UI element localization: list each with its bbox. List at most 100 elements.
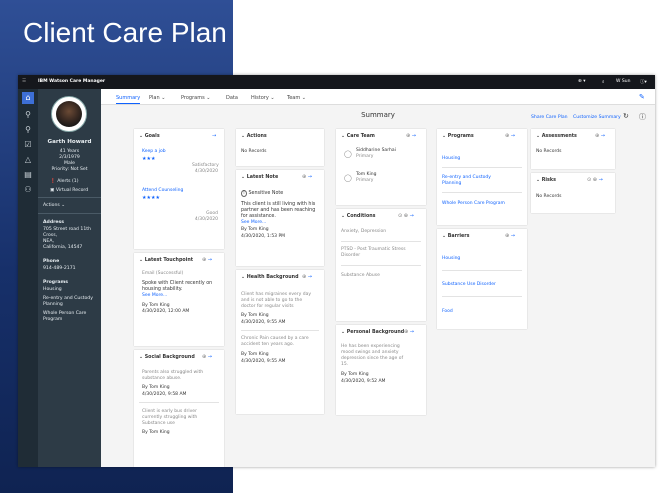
- health-text: accident ten years ago.: [241, 342, 294, 347]
- top-bar: ☰ IBM Watson Care Manager ⊕ ▾ ⌕ W Sun ⓘ▾: [18, 75, 655, 89]
- barriers-title[interactable]: ⌄ Barriers: [442, 234, 469, 239]
- warning-icon[interactable]: △: [22, 154, 34, 166]
- tab-data[interactable]: Data: [226, 95, 238, 101]
- condition-item: Disorder: [341, 253, 361, 258]
- document-icon[interactable]: ▤: [22, 169, 34, 181]
- search-icon[interactable]: ⌕: [602, 79, 605, 85]
- latest-note-title[interactable]: ⌄ Latest Note: [241, 175, 278, 180]
- actions-menu[interactable]: Actions ⌄: [43, 203, 65, 208]
- person-icon[interactable]: ⚲: [22, 109, 34, 121]
- assessments-actions-icon[interactable]: ⊕ →: [595, 133, 605, 139]
- condition-item: Anxiety, Depression: [341, 229, 387, 234]
- group-icon[interactable]: ⚇: [22, 184, 34, 196]
- edit-icon[interactable]: ✎: [639, 93, 645, 101]
- user-name[interactable]: W Sun: [616, 79, 630, 84]
- care-team-actions-icon[interactable]: ⊕ →: [406, 133, 416, 139]
- personal-author: By Tom King: [341, 372, 369, 377]
- client-gender: Male: [64, 161, 75, 166]
- touchpoint-title[interactable]: ⌄ Latest Touchpoint: [139, 258, 193, 263]
- health-actions-icon[interactable]: ⊕ →: [302, 274, 312, 280]
- barriers-actions-icon[interactable]: ⊕ →: [505, 233, 515, 239]
- alerts-link[interactable]: ❗ Alerts (1): [50, 179, 79, 184]
- care-team-title[interactable]: ⌄ Care Team: [341, 134, 375, 139]
- help-icon[interactable]: ⓘ▾: [640, 79, 647, 85]
- risks-card: ⌄ Risks ⊙ ⊕ → No Records: [531, 173, 615, 213]
- tab-plan[interactable]: Plan ⌄: [149, 95, 165, 101]
- see-more-link[interactable]: See More...: [241, 220, 266, 226]
- risks-title[interactable]: ⌄ Risks: [536, 178, 556, 183]
- goal-date: 4/30/2020: [194, 217, 218, 222]
- tab-history[interactable]: History ⌄: [251, 95, 275, 101]
- programs-title[interactable]: ⌄ Programs: [442, 134, 474, 139]
- chevron-down-icon: ⌄: [61, 203, 66, 208]
- program-item[interactable]: Housing: [43, 287, 62, 292]
- barrier-link[interactable]: Substance Use Disorder: [442, 282, 496, 288]
- programs-actions-icon[interactable]: ⊕ →: [505, 133, 515, 139]
- tab-summary[interactable]: Summary: [116, 95, 141, 104]
- program-link[interactable]: Planning: [442, 181, 461, 187]
- actions-empty: No Records: [241, 149, 267, 154]
- program-item[interactable]: Whole Person Care: [43, 311, 86, 316]
- customize-summary-link[interactable]: Customize Summary: [573, 115, 621, 120]
- social-actions-icon[interactable]: ⊕ →: [202, 354, 212, 360]
- condition-item: Substance Abuse: [341, 273, 380, 278]
- people-icon[interactable]: ⚲: [22, 124, 34, 136]
- programs-label: Programs: [43, 280, 68, 285]
- program-link[interactable]: Housing: [442, 156, 460, 162]
- personal-background-card: ⌄ Personal Background ⊕ → He has been ex…: [336, 325, 426, 415]
- program-item[interactable]: Re-entry and Custody: [43, 296, 93, 301]
- social-background-card: ⌄ Social Background ⊕ → Parents also str…: [134, 350, 224, 467]
- note-actions-icon[interactable]: ⊕ →: [302, 174, 312, 180]
- avatar: [51, 96, 87, 132]
- personal-title[interactable]: ⌄ Personal Background: [341, 330, 404, 335]
- lock-icon: !: [241, 190, 247, 197]
- goals-title[interactable]: ⌄ Goals: [139, 134, 160, 139]
- barrier-link[interactable]: Food: [442, 309, 453, 315]
- tab-team[interactable]: Team ⌄: [287, 95, 306, 101]
- health-title[interactable]: ⌄ Health Background: [241, 275, 299, 280]
- personal-actions-icon[interactable]: ⊕ →: [404, 329, 414, 335]
- actions-title[interactable]: ⌄ Actions: [241, 134, 267, 139]
- menu-icon[interactable]: ☰: [22, 79, 26, 84]
- program-link[interactable]: Whole Person Care Program: [442, 201, 505, 207]
- health-text: doctor for regular visits: [241, 304, 294, 309]
- virtual-record-link[interactable]: ▣ Virtual Record: [50, 188, 88, 193]
- social-author: By Tom King: [142, 430, 170, 435]
- social-text: substance abuse.: [142, 376, 182, 381]
- goals-expand-icon[interactable]: →: [212, 133, 216, 139]
- note-date: 4/30/2020, 1:53 PM: [241, 234, 286, 239]
- program-item[interactable]: Planning: [43, 302, 63, 307]
- address-label: Address: [43, 220, 64, 225]
- refresh-icon[interactable]: ↻: [623, 112, 629, 120]
- goal-name[interactable]: Attend Counseling: [142, 188, 183, 194]
- summary-title: Summary: [361, 111, 395, 119]
- barrier-link[interactable]: Housing: [442, 256, 460, 262]
- risks-actions-icon[interactable]: ⊙ ⊕ →: [587, 177, 603, 183]
- slide: Client Care Plan ☰ IBM Watson Care Manag…: [0, 0, 659, 493]
- conditions-title[interactable]: ⌄ Conditions: [341, 214, 376, 219]
- social-title[interactable]: ⌄ Social Background: [139, 355, 195, 360]
- goal-stars: ★★★★: [142, 195, 160, 201]
- help-circle-icon[interactable]: ⓘ: [639, 112, 646, 122]
- tab-programs[interactable]: Programs ⌄: [181, 95, 210, 101]
- user-icon: ◯: [344, 174, 352, 182]
- icon-rail: ⌂ ⚲ ⚲ ☑ △ ▤ ⚇: [18, 89, 38, 467]
- home-icon[interactable]: ⌂: [22, 92, 34, 104]
- care-manager-window: ☰ IBM Watson Care Manager ⊕ ▾ ⌕ W Sun ⓘ▾…: [18, 75, 655, 467]
- see-more-link[interactable]: See More...: [142, 293, 167, 299]
- conditions-actions-icon[interactable]: ⊙ ⊕ →: [398, 213, 414, 219]
- assessments-title[interactable]: ⌄ Assessments: [536, 134, 577, 139]
- social-author: By Tom King: [142, 385, 170, 390]
- add-icon[interactable]: ⊕ ▾: [578, 79, 585, 84]
- address-line: California, 14547: [43, 245, 83, 250]
- touchpoint-actions-icon[interactable]: ⊕ →: [202, 257, 212, 263]
- program-item[interactable]: Program: [43, 317, 62, 322]
- client-dob: 2/3/1979: [59, 155, 80, 160]
- share-care-plan-link[interactable]: Share Care Plan: [531, 115, 568, 120]
- risks-empty: No Records: [536, 194, 562, 199]
- phone-value: 914-489-2171: [43, 266, 76, 271]
- checklist-icon[interactable]: ☑: [22, 139, 34, 151]
- latest-note-card: ⌄ Latest Note ⊕ → ! Sensitive Note This …: [236, 170, 324, 266]
- health-background-card: ⌄ Health Background ⊕ → Client has migra…: [236, 270, 324, 414]
- goal-name[interactable]: Keep a job: [142, 149, 166, 155]
